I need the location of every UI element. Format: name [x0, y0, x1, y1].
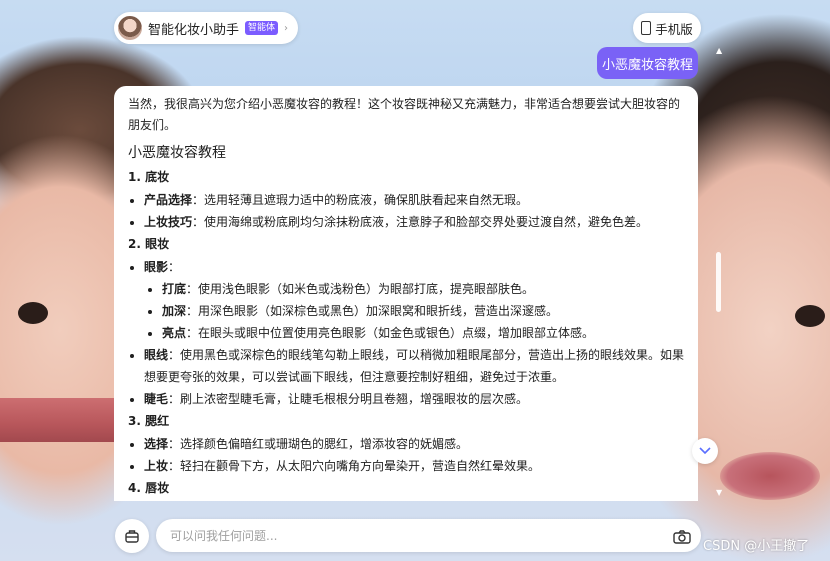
item-key: 产品选择 [144, 193, 193, 207]
item-key: 打底 [162, 282, 187, 296]
background-eye-left [18, 302, 48, 324]
scroll-down-indicator-icon: ▼ [716, 488, 723, 497]
item-key: 眼线 [144, 348, 169, 362]
list-item: 上妆：轻扫在颧骨下方，从太阳穴向嘴角方向晕染开，营造自然红晕效果。 [144, 455, 686, 477]
assistant-name: 智能化妆小助手 [148, 22, 240, 38]
item-key: 眼影 [144, 260, 169, 274]
answer-title: 小恶魔妆容教程 [128, 145, 226, 161]
toolbox-button[interactable] [115, 519, 149, 553]
list-item: 眼影： 打底：使用浅色眼影（如米色或浅粉色）为眼部打底，提亮眼部肤色。 加深：用… [144, 256, 686, 344]
chat-input[interactable] [168, 527, 673, 544]
mobile-version-label: 手机版 [655, 21, 693, 37]
list-item: 上妆技巧：使用海绵或粉底刷均匀涂抹粉底液，注意脖子和脸部交界处要过渡自然，避免色… [144, 211, 686, 233]
item-key: 亮点 [162, 326, 187, 340]
item-text: ： [168, 260, 181, 274]
item-key: 加深 [162, 304, 187, 318]
chat-input-container [156, 519, 701, 552]
background-eye-right [795, 305, 825, 327]
toolbox-icon [125, 530, 139, 543]
background-lips [720, 452, 820, 500]
list-item: 眼线：使用黑色或深棕色的眼线笔勾勒上眼线，可以稍微加粗眼尾部分，营造出上扬的眼线… [144, 344, 686, 388]
list-item: 睫毛：刷上浓密型睫毛膏，让睫毛根根分明且卷翘，增强眼妆的层次感。 [144, 388, 686, 410]
answer-intro: 当然，我很高兴为您介绍小恶魔妆容的教程！这个妆容既神秘又充满魅力，非常适合想要尝… [128, 97, 681, 132]
background-lipstick [0, 398, 120, 442]
scroll-up-indicator-icon: ▲ [716, 46, 723, 55]
section-heading: 4. 唇妆 [128, 481, 170, 495]
section-heading: 1. 底妆 [128, 170, 170, 184]
section-heading: 2. 眼妆 [128, 237, 170, 251]
section-heading: 3. 腮红 [128, 414, 170, 428]
item-key: 选择 [144, 437, 169, 451]
assistant-selector[interactable]: 智能化妆小助手 智能体 › [114, 12, 299, 44]
list-item: 亮点：在眼头或眼中位置使用亮色眼影（如金色或银色）点缀，增加眼部立体感。 [162, 322, 686, 344]
chevron-right-icon: › [284, 22, 289, 34]
item-text: ：用深色眼影（如深棕色或黑色）加深眼窝和眼折线，营造出深邃感。 [186, 304, 559, 318]
item-text: ：刷上浓密型睫毛膏，让睫毛根根分明且卷翘，增强眼妆的层次感。 [168, 392, 529, 406]
camera-icon-svg [673, 529, 691, 544]
item-text: ：使用浅色眼影（如米色或浅粉色）为眼部打底，提亮眼部肤色。 [186, 282, 535, 296]
item-text: ：轻扫在颧骨下方，从太阳穴向嘴角方向晕染开，营造自然红晕效果。 [168, 459, 541, 473]
item-text: ：在眼头或眼中位置使用亮色眼影（如金色或银色）点缀，增加眼部立体感。 [186, 326, 595, 340]
list-item: 打底：使用浅色眼影（如米色或浅粉色）为眼部打底，提亮眼部肤色。 [162, 278, 686, 300]
scroll-down-button[interactable] [692, 438, 718, 464]
item-text: ：选用轻薄且遮瑕力适中的粉底液，确保肌肤看起来自然无瑕。 [192, 193, 529, 207]
assistant-tag-badge: 智能体 [245, 21, 279, 35]
item-text: ：选择颜色偏暗红或珊瑚色的腮红，增添妆容的妩媚感。 [168, 437, 469, 451]
item-text: ：使用海绵或粉底刷均匀涂抹粉底液，注意脖子和脸部交界处要过渡自然，避免色差。 [192, 215, 649, 229]
list-item: 加深：用深色眼影（如深棕色或黑色）加深眼窝和眼折线，营造出深邃感。 [162, 300, 686, 322]
camera-icon[interactable] [673, 529, 691, 544]
chevron-down-icon [699, 447, 711, 455]
list-item: 产品选择：选用轻薄且遮瑕力适中的粉底液，确保肌肤看起来自然无瑕。 [144, 189, 686, 211]
user-message-bubble: 小恶魔妆容教程 [597, 47, 698, 79]
assistant-answer-card: 当然，我很高兴为您介绍小恶魔妆容的教程！这个妆容既神秘又充满魅力，非常适合想要尝… [114, 86, 698, 501]
watermark-text: CSDN @小王撤了 [703, 539, 810, 554]
scrollbar-thumb[interactable] [716, 252, 721, 312]
item-key: 睫毛 [144, 392, 169, 406]
item-text: ：使用黑色或深棕色的眼线笔勾勒上眼线，可以稍微加粗眼尾部分，营造出上扬的眼线效果… [144, 348, 685, 384]
mobile-version-button[interactable]: 手机版 [633, 13, 701, 43]
list-item: 选择：选择颜色偏暗红或珊瑚色的腮红，增添妆容的妩媚感。 [144, 433, 686, 455]
assistant-avatar [118, 16, 142, 40]
item-key: 上妆 [144, 459, 169, 473]
item-key: 上妆技巧 [144, 215, 193, 229]
phone-icon [641, 21, 652, 35]
